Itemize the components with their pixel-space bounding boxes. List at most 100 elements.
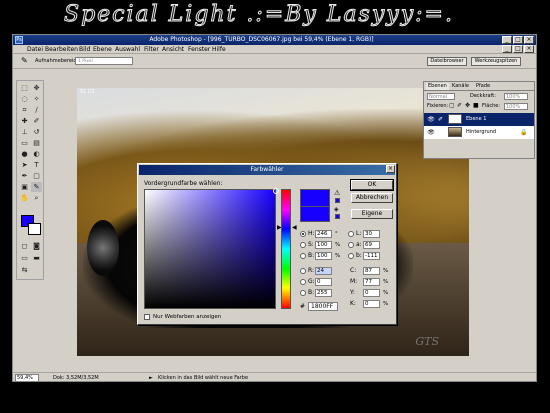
- lab-a-radio[interactable]: [348, 242, 354, 248]
- ok-button[interactable]: OK: [350, 179, 394, 191]
- menu-bild[interactable]: Bild: [79, 45, 90, 54]
- stamp-tool-icon[interactable]: ⊥: [19, 127, 30, 137]
- dialog-close-button[interactable]: ×: [386, 165, 395, 173]
- lab-a-field[interactable]: 69: [363, 241, 380, 249]
- eye-icon[interactable]: 👁: [427, 126, 435, 139]
- hand-tool-icon[interactable]: ✋: [19, 193, 30, 203]
- tab-pfade[interactable]: Pfade: [474, 83, 492, 90]
- shape-tool-icon[interactable]: ▢: [31, 171, 42, 181]
- doc-maximize-button[interactable]: □: [513, 45, 523, 53]
- path-select-icon[interactable]: ➤: [19, 160, 30, 170]
- background-color-swatch[interactable]: [28, 223, 41, 235]
- black-field[interactable]: 0: [363, 300, 380, 308]
- history-brush-icon[interactable]: ↺: [31, 127, 42, 137]
- saturation-field[interactable]: 100: [315, 241, 332, 249]
- hue-field[interactable]: 246: [315, 230, 332, 238]
- tab-ebenen[interactable]: Ebenen: [426, 83, 449, 90]
- web-safe-cube-icon[interactable]: ◈: [334, 206, 339, 213]
- brightness-radio[interactable]: [300, 253, 306, 259]
- type-tool-icon[interactable]: T: [31, 160, 42, 170]
- hue-radio[interactable]: [300, 231, 306, 237]
- menu-ansicht[interactable]: Ansicht: [162, 45, 184, 54]
- zoom-level[interactable]: 59,4%: [15, 374, 39, 381]
- slice-tool-icon[interactable]: ∕: [31, 105, 42, 115]
- hue-slider-handle-right[interactable]: ◀: [292, 224, 297, 231]
- hue-slider[interactable]: [281, 189, 291, 309]
- jump-to-imageready-icon[interactable]: ⇆: [19, 265, 30, 275]
- crop-tool-icon[interactable]: ⌗: [19, 105, 30, 115]
- blend-mode-select[interactable]: Normal: [427, 93, 455, 100]
- doc-minimize-button[interactable]: _: [502, 45, 512, 53]
- blue-radio[interactable]: [300, 290, 306, 296]
- menu-fenster[interactable]: Fenster: [188, 45, 210, 54]
- menu-bearbeiten[interactable]: Bearbeiten: [45, 45, 78, 54]
- red-field[interactable]: 24: [315, 267, 332, 275]
- notes-tool-icon[interactable]: ▣: [19, 182, 30, 192]
- lock-brush-icon[interactable]: ✐: [457, 102, 462, 109]
- quick-mask-icon[interactable]: ◙: [31, 241, 42, 251]
- brightness-field[interactable]: 100: [315, 252, 332, 260]
- sample-size-select[interactable]: 1 Pixel: [75, 57, 133, 65]
- standard-mode-icon[interactable]: ◻: [19, 241, 30, 251]
- eyedropper-tool-icon[interactable]: ✎: [31, 182, 42, 192]
- healing-brush-icon[interactable]: ✚: [19, 116, 30, 126]
- web-safe-color-swatch[interactable]: [335, 214, 340, 219]
- pen-tool-icon[interactable]: ✒: [19, 171, 30, 181]
- lab-b-radio[interactable]: [348, 253, 354, 259]
- gamut-color-swatch[interactable]: [335, 198, 340, 203]
- eyedropper-icon[interactable]: ✎: [21, 56, 28, 65]
- brush-tool-icon[interactable]: ✐: [31, 116, 42, 126]
- menu-auswahl[interactable]: Auswahl: [115, 45, 140, 54]
- field-cursor[interactable]: [273, 188, 279, 194]
- red-radio[interactable]: [300, 268, 306, 274]
- blur-tool-icon[interactable]: ●: [19, 149, 30, 159]
- tab-werkzeugspitzen[interactable]: Werkzeugspitzen: [471, 57, 521, 66]
- green-radio[interactable]: [300, 279, 306, 285]
- lock-move-icon[interactable]: ✥: [465, 102, 470, 109]
- lasso-tool-icon[interactable]: ◌: [19, 94, 30, 104]
- hex-field[interactable]: 1800FF: [308, 302, 338, 311]
- doc-close-button[interactable]: ×: [524, 45, 534, 53]
- maximize-button[interactable]: □: [513, 36, 523, 44]
- tab-dateibrowser[interactable]: Dateibrowser: [427, 57, 467, 66]
- zoom-tool-icon[interactable]: ⌕: [31, 193, 42, 203]
- hue-slider-handle-left[interactable]: ▶: [277, 224, 282, 231]
- menu-hilfe[interactable]: Hilfe: [212, 45, 226, 54]
- lock-all-icon[interactable]: ■: [473, 102, 479, 109]
- photoshop-icon[interactable]: Ps: [15, 36, 23, 44]
- tab-kanaele[interactable]: Kanäle: [450, 83, 471, 90]
- cancel-button[interactable]: Abbrechen: [351, 193, 393, 203]
- cyan-field[interactable]: 87: [363, 267, 380, 275]
- marquee-tool-icon[interactable]: ⬚: [19, 83, 30, 93]
- screen-mode-icon[interactable]: ▭: [19, 253, 30, 263]
- minimize-button[interactable]: _: [502, 36, 512, 44]
- web-colors-checkbox[interactable]: [144, 314, 150, 320]
- yellow-field[interactable]: 0: [363, 289, 380, 297]
- close-button[interactable]: ×: [524, 36, 534, 44]
- lab-l-field[interactable]: 30: [363, 230, 380, 238]
- lock-transparency-icon[interactable]: ▢: [449, 102, 455, 109]
- layer-row[interactable]: 👁 ✐ Ebene 1: [424, 113, 534, 126]
- dodge-tool-icon[interactable]: ◐: [31, 149, 42, 159]
- eye-icon[interactable]: 👁: [427, 113, 435, 126]
- lab-l-radio[interactable]: [348, 231, 354, 237]
- gradient-tool-icon[interactable]: ▤: [31, 138, 42, 148]
- fill-field[interactable]: 100%: [504, 103, 528, 110]
- lab-b-field[interactable]: -111: [363, 252, 380, 260]
- saturation-radio[interactable]: [300, 242, 306, 248]
- custom-colors-button[interactable]: Eigene: [351, 209, 393, 219]
- green-field[interactable]: 0: [315, 278, 332, 286]
- eraser-tool-icon[interactable]: ▭: [19, 138, 30, 148]
- gamut-warning-icon[interactable]: ⚠: [334, 190, 340, 197]
- play-icon[interactable]: ►: [149, 373, 153, 381]
- move-tool-icon[interactable]: ✥: [31, 83, 42, 93]
- fullscreen-mode-icon[interactable]: ▬: [31, 253, 42, 263]
- magic-wand-icon[interactable]: ✧: [31, 94, 42, 104]
- layer-row[interactable]: 👁 Hintergrund 🔒: [424, 126, 534, 139]
- magenta-field[interactable]: 77: [363, 278, 380, 286]
- menu-filter[interactable]: Filter: [144, 45, 159, 54]
- saturation-brightness-field[interactable]: [144, 188, 279, 309]
- opacity-field[interactable]: 100%: [504, 93, 528, 100]
- blue-field[interactable]: 255: [315, 289, 332, 297]
- menu-ebene[interactable]: Ebene: [93, 45, 112, 54]
